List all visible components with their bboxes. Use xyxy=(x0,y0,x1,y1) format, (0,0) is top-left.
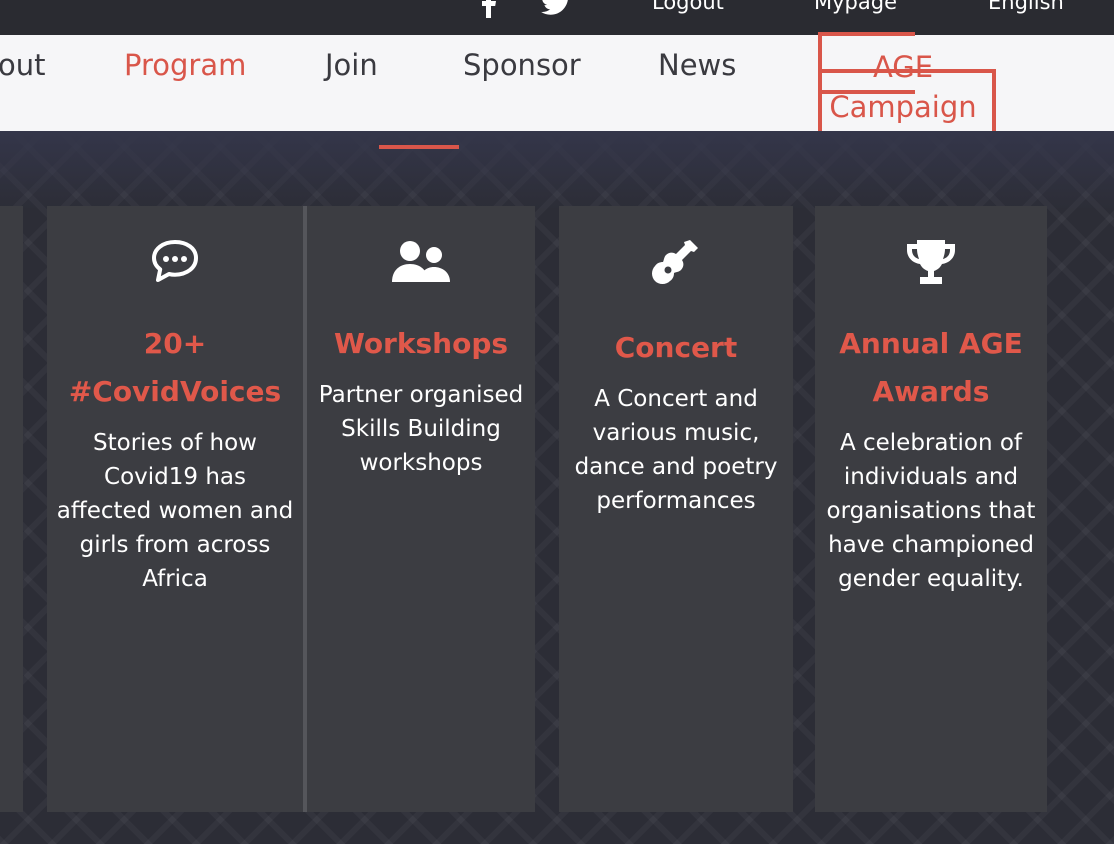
card-description: Stories of how Covid19 has affected wome… xyxy=(56,430,294,592)
twitter-icon[interactable] xyxy=(540,0,572,20)
program-card-workshops[interactable]: Workshops Partner organised Skills Build… xyxy=(307,206,535,812)
logout-link[interactable]: Logout xyxy=(652,0,724,16)
nav-item-program[interactable]: Program xyxy=(124,47,246,83)
language-selector[interactable]: English xyxy=(988,0,1064,16)
facebook-icon[interactable] xyxy=(478,0,500,22)
speech-bubble-icon xyxy=(47,238,303,288)
trophy-icon xyxy=(815,238,1047,290)
nav-item-sponsor[interactable]: Sponsor xyxy=(463,47,581,83)
card-title: Annual AGE Awards xyxy=(839,327,1023,408)
program-card-age-awards[interactable]: Annual AGE Awards A celebration of indiv… xyxy=(815,206,1047,812)
mypage-link[interactable]: Mypage xyxy=(814,0,897,16)
program-card-concert[interactable]: Concert A Concert and various music, dan… xyxy=(559,206,793,812)
card-description: A celebration of individuals and organis… xyxy=(826,430,1036,592)
guitar-icon xyxy=(559,236,793,292)
card-title: 20+ #CovidVoices xyxy=(68,327,282,408)
nav-item-about[interactable]: out xyxy=(0,47,46,83)
program-card-partial xyxy=(0,206,23,812)
highlight-box xyxy=(818,69,996,135)
top-utility-bar: Logout Mypage English xyxy=(0,0,1114,35)
card-description: A Concert and various music, dance and p… xyxy=(574,386,778,514)
users-icon xyxy=(307,240,535,288)
card-description: Partner organised Skills Building worksh… xyxy=(318,382,524,476)
card-title: Workshops xyxy=(333,327,509,360)
program-card-covid-voices[interactable]: 20+ #CovidVoices Stories of how Covid19 … xyxy=(47,206,303,812)
card-title: Concert xyxy=(614,331,738,364)
nav-item-join[interactable]: Join xyxy=(325,47,378,83)
nav-active-indicator xyxy=(379,145,459,149)
nav-item-news[interactable]: News xyxy=(658,47,736,83)
